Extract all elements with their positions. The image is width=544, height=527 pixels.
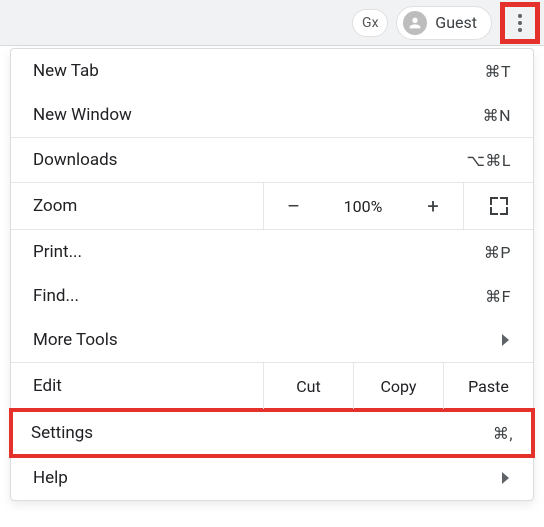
menu-label: New Tab	[33, 61, 99, 81]
zoom-percent: 100%	[323, 183, 403, 229]
zoom-in-button[interactable]: +	[403, 183, 463, 229]
menu-item-find[interactable]: Find... ⌘F	[11, 274, 533, 318]
menu-item-new-window[interactable]: New Window ⌘N	[11, 93, 533, 137]
settings-highlight: Settings ⌘,	[9, 408, 535, 458]
menu-label: Settings	[31, 423, 93, 443]
profile-label: Guest	[435, 13, 477, 32]
chevron-right-icon	[502, 334, 509, 346]
menu-item-more-tools[interactable]: More Tools	[11, 318, 533, 362]
menu-item-edit: Edit Cut Copy Paste	[11, 363, 533, 409]
menu-shortcut: ⌘F	[485, 287, 511, 306]
profile-button[interactable]: Guest	[396, 6, 492, 40]
menu-label: Help	[33, 468, 68, 488]
browser-toolbar: Gx Guest	[0, 0, 544, 46]
menu-label: Find...	[33, 286, 79, 306]
menu-label: Downloads	[33, 150, 117, 170]
more-vertical-icon	[518, 14, 522, 32]
menu-item-print[interactable]: Print... ⌘P	[11, 230, 533, 274]
edit-label: Edit	[11, 376, 263, 396]
paste-button[interactable]: Paste	[443, 363, 533, 409]
zoom-out-button[interactable]: –	[263, 183, 323, 229]
avatar-icon	[403, 11, 427, 35]
menu-shortcut: ⌘,	[493, 424, 513, 443]
menu-shortcut: ⌘T	[484, 62, 511, 81]
menu-label: Print...	[33, 242, 82, 262]
menu-label: New Window	[33, 105, 132, 125]
menu-item-new-tab[interactable]: New Tab ⌘T	[11, 49, 533, 93]
fullscreen-button[interactable]	[463, 183, 533, 229]
overflow-menu: New Tab ⌘T New Window ⌘N Downloads ⌥⌘L Z…	[10, 48, 534, 501]
more-button[interactable]	[504, 6, 536, 40]
menu-item-help[interactable]: Help	[11, 456, 533, 500]
fullscreen-icon	[490, 197, 508, 215]
menu-label: More Tools	[33, 330, 118, 350]
menu-shortcut: ⌘N	[483, 106, 511, 125]
translate-icon-label: Gx	[362, 15, 378, 31]
menu-item-settings[interactable]: Settings ⌘,	[13, 412, 531, 454]
copy-button[interactable]: Copy	[353, 363, 443, 409]
menu-item-zoom: Zoom – 100% +	[11, 183, 533, 229]
menu-shortcut: ⌘P	[484, 243, 511, 262]
menu-shortcut: ⌥⌘L	[466, 151, 511, 170]
cut-button[interactable]: Cut	[263, 363, 353, 409]
menu-item-downloads[interactable]: Downloads ⌥⌘L	[11, 138, 533, 182]
translate-icon[interactable]: Gx	[352, 9, 388, 37]
chevron-right-icon	[502, 472, 509, 484]
more-button-highlight	[500, 2, 540, 44]
zoom-label: Zoom	[11, 196, 263, 216]
